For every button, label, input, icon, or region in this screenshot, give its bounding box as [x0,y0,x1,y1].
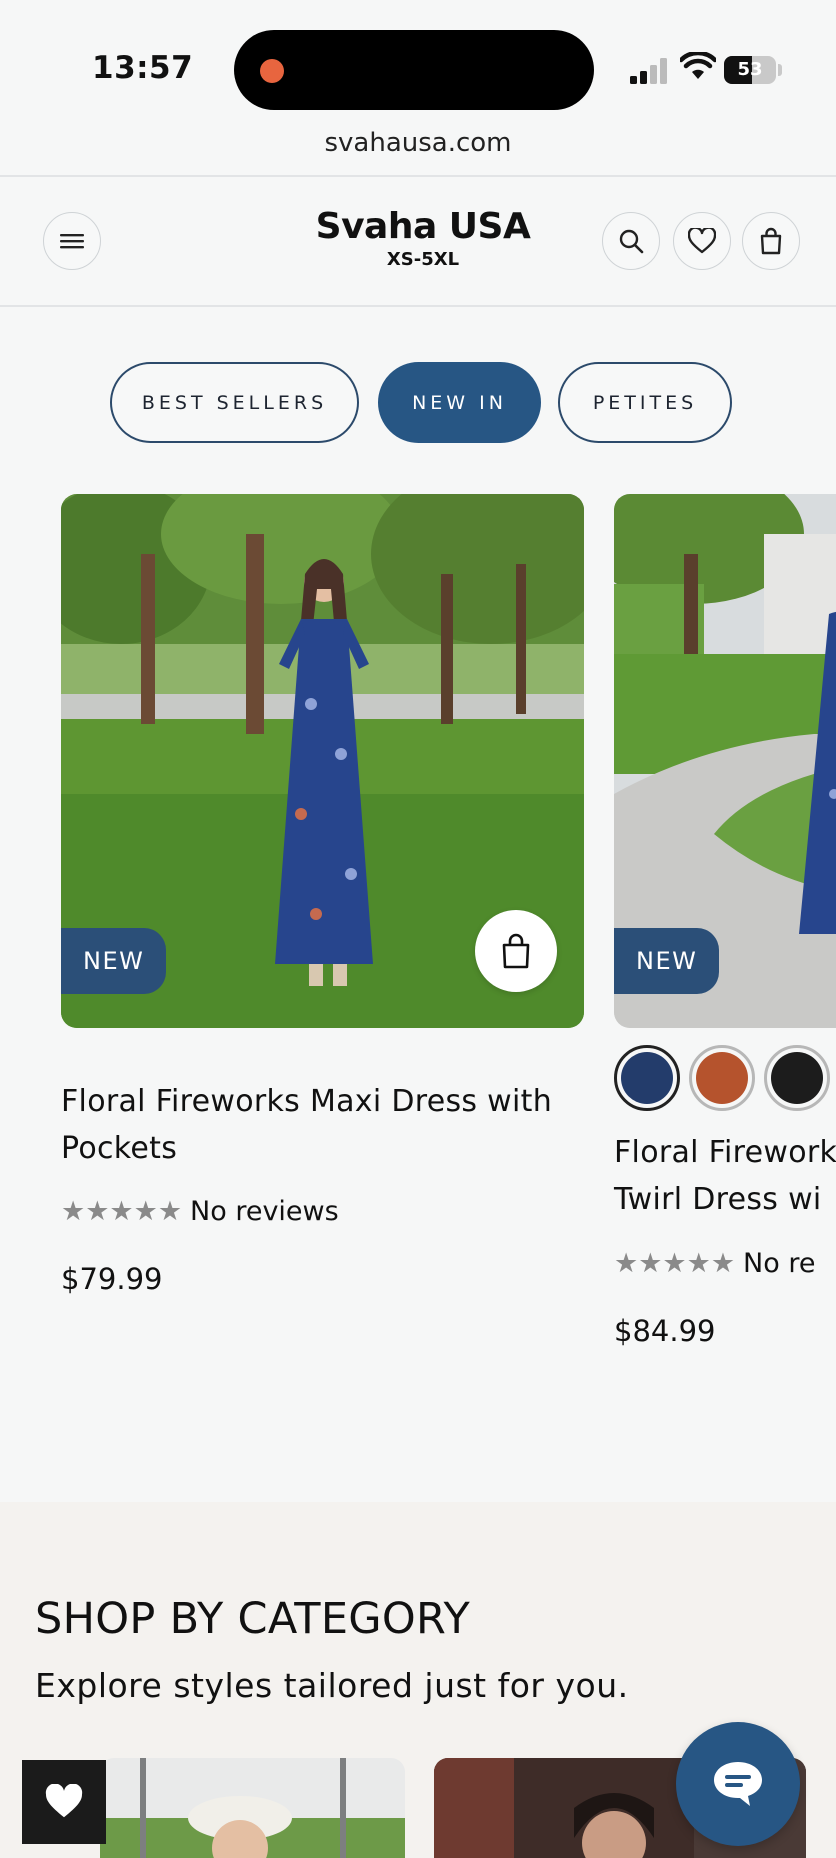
battery-percentage: 53 [737,59,763,80]
floating-wishlist-button[interactable] [22,1760,106,1844]
heart-icon [688,228,716,254]
url-divider [0,175,836,177]
color-swatch-rust[interactable] [689,1045,755,1111]
product-image[interactable]: NEW [61,494,584,1028]
product-title-line: Floral Firework [614,1135,836,1170]
filter-best-sellers[interactable]: BEST SELLERS [110,362,359,443]
battery-nub [778,64,782,76]
filter-label: PETITES [592,391,698,414]
product-title[interactable]: Floral Fireworks Maxi Dress with Pockets [61,1078,552,1172]
product-price: $84.99 [614,1314,716,1348]
bag-icon [760,227,782,255]
color-swatch-black[interactable] [764,1045,830,1111]
product-price: $79.99 [61,1262,163,1296]
heart-icon [45,1784,83,1818]
new-badge: NEW [614,928,720,994]
product-title[interactable]: Floral Firework Twirl Dress wi [614,1129,836,1223]
product-title-line: Floral Fireworks Maxi Dress with [61,1084,553,1119]
product-title-line: Twirl Dress wi [614,1182,822,1217]
wifi-icon [680,52,716,79]
product-rating: ★★★★★ No reviews [61,1196,339,1227]
quick-add-button[interactable] [475,910,557,992]
category-title: SHOP BY CATEGORY [35,1594,471,1644]
category-subtitle: Explore styles tailored just for you. [35,1666,629,1705]
search-icon [619,229,644,254]
rating-stars-icon: ★★★★★ [614,1248,736,1279]
recording-dot-icon [260,59,284,83]
status-bar: 13:57 53 [0,0,836,130]
swatch-color [621,1052,673,1104]
filter-new-in[interactable]: NEW IN [378,362,541,443]
product-rating: ★★★★★ No re [614,1248,815,1279]
cart-button[interactable] [742,212,800,270]
swatch-color [696,1052,748,1104]
status-time: 13:57 [92,50,194,86]
chat-button[interactable] [676,1722,800,1846]
filter-label: NEW IN [412,391,507,414]
product-image[interactable]: NEW [614,494,836,1028]
filter-petites[interactable]: PETITES [558,362,732,443]
category-photo [100,1758,405,1858]
category-tile[interactable] [100,1758,405,1858]
filter-label: BEST SELLERS [141,391,328,414]
new-badge: NEW [61,928,167,994]
dynamic-island [234,30,594,110]
product-title-line: Pockets [61,1131,178,1166]
rating-stars-icon: ★★★★★ [61,1196,183,1227]
reviews-text: No reviews [190,1196,339,1227]
bag-icon [502,933,530,969]
color-swatch-navy[interactable] [614,1045,680,1111]
cellular-signal-icon [630,58,667,84]
reviews-text: No re [743,1248,816,1279]
header-divider [0,305,836,307]
search-button[interactable] [602,212,660,270]
chat-icon [714,1762,762,1806]
battery-icon: 53 [724,56,776,84]
wishlist-button[interactable] [673,212,731,270]
swatch-color [771,1052,823,1104]
browser-url[interactable]: svahausa.com [0,128,836,158]
